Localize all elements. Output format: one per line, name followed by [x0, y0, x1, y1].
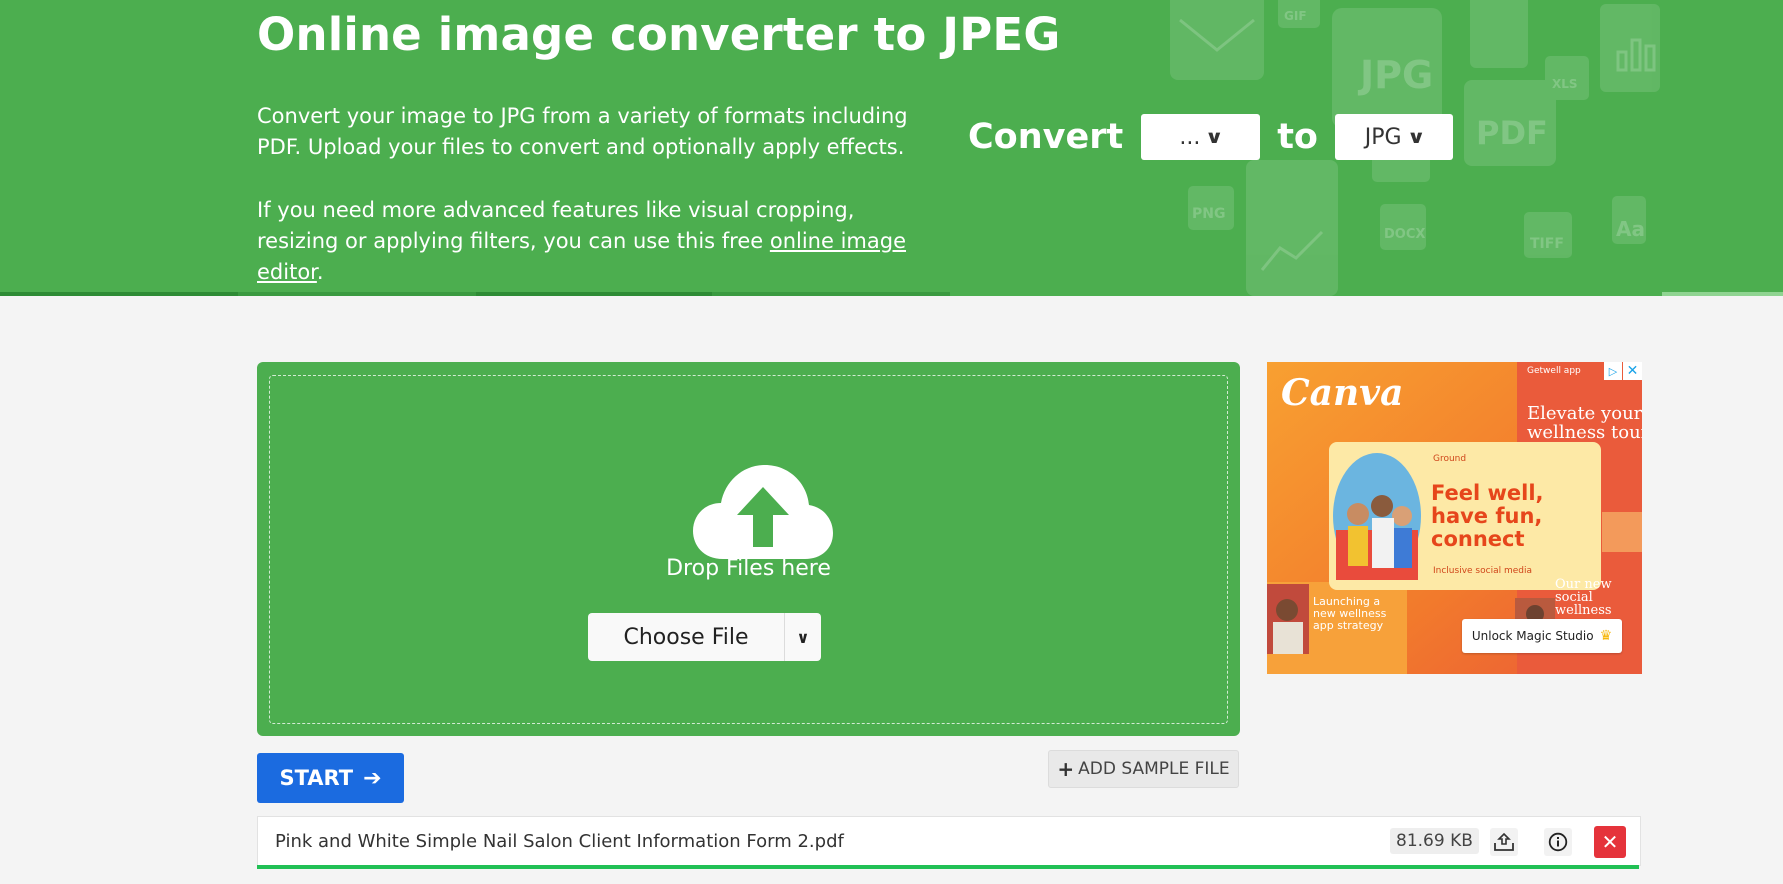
- drop-zone-border: Drop Files here Choose File ∨: [269, 375, 1228, 724]
- uploaded-file-row: Pink and White Simple Nail Salon Client …: [257, 816, 1641, 869]
- file-name: Pink and White Simple Nail Salon Client …: [275, 831, 844, 852]
- svg-text:TIFF: TIFF: [1530, 236, 1564, 252]
- svg-text:GIF: GIF: [1284, 9, 1307, 23]
- source-format-value: ...: [1179, 124, 1201, 150]
- target-format-value: JPG: [1364, 124, 1402, 150]
- ad-elevate-text: Elevate your wellness tour: [1527, 403, 1642, 443]
- hero-description-text: Convert your image to JPG from a variety…: [257, 104, 908, 159]
- add-sample-file-label: ADD SAMPLE FILE: [1078, 759, 1230, 779]
- svg-text:JPG: JPG: [1357, 53, 1433, 97]
- cloud-upload-icon: [693, 465, 833, 559]
- ad-cta-label: Unlock Magic Studio: [1471, 629, 1594, 643]
- chevron-down-icon: ∨: [1205, 126, 1225, 148]
- to-label: to: [1277, 117, 1318, 157]
- file-info-button[interactable]: [1544, 828, 1572, 856]
- advertisement[interactable]: Canva Getwell app Elevate your wellness …: [1267, 362, 1642, 674]
- arrow-right-icon: ➔: [363, 765, 382, 791]
- ad-card: Ground Feel well, have fun, connect Incl…: [1329, 442, 1601, 590]
- ad-headline: Feel well, have fun, connect: [1431, 481, 1544, 551]
- ad-choices-icon[interactable]: ▷: [1604, 362, 1622, 380]
- ad-card-brand: Ground: [1433, 454, 1467, 464]
- crown-icon: ♛: [1599, 628, 1613, 644]
- start-button[interactable]: START ➔: [257, 753, 404, 803]
- hero-editor-note-text: If you need more advanced features like …: [257, 198, 855, 253]
- hero-editor-note-suffix: .: [316, 260, 324, 284]
- target-format-select[interactable]: JPG ∨: [1334, 114, 1453, 160]
- svg-text:Aa: Aa: [1616, 217, 1645, 241]
- format-selector-row: Convert ... ∨ to JPG ∨: [968, 112, 1453, 162]
- ad-brand-logo: Canva: [1281, 372, 1404, 414]
- ad-side-text: Launching a new wellness app strategy: [1313, 595, 1387, 632]
- close-icon: ✕: [1601, 830, 1619, 854]
- hero-description: Convert your image to JPG from a variety…: [257, 101, 937, 163]
- hero-banner: JPG PDF PNG DOCX TIFF XLS GIF Aa Online …: [0, 0, 1783, 296]
- ad-card-subtitle: Inclusive social media: [1433, 566, 1532, 576]
- ad-cta-button[interactable]: Unlock Magic Studio ♛: [1462, 619, 1622, 653]
- file-drop-zone[interactable]: Drop Files here Choose File ∨: [257, 362, 1240, 736]
- drop-files-label: Drop Files here: [666, 556, 831, 581]
- hero-editor-note: If you need more advanced features like …: [257, 195, 937, 288]
- file-options-button[interactable]: [1490, 828, 1518, 856]
- ad-right-text: Our new social wellness: [1555, 577, 1612, 618]
- upload-tray-icon: [1494, 832, 1514, 851]
- plus-icon: +: [1057, 757, 1075, 781]
- remove-file-button[interactable]: ✕: [1594, 826, 1626, 858]
- svg-text:PDF: PDF: [1476, 114, 1548, 152]
- ad-small-photo: [1267, 584, 1309, 654]
- file-size-badge: 81.69 KB: [1390, 828, 1479, 854]
- convert-label: Convert: [968, 117, 1124, 157]
- file-progress-bar: [257, 865, 1639, 869]
- add-sample-file-button[interactable]: + ADD SAMPLE FILE: [1048, 750, 1239, 788]
- svg-text:XLS: XLS: [1552, 77, 1578, 91]
- source-format-select[interactable]: ... ∨: [1141, 114, 1261, 160]
- ad-close-icon[interactable]: ✕: [1623, 362, 1642, 380]
- svg-text:PNG: PNG: [1192, 206, 1225, 222]
- ad-sponsor: Getwell app: [1527, 366, 1581, 376]
- start-button-label: START: [279, 766, 354, 790]
- choose-file-group: Choose File ∨: [588, 613, 821, 661]
- chevron-down-icon: ∨: [796, 627, 810, 647]
- svg-text:DOCX: DOCX: [1384, 227, 1425, 242]
- ad-people-photo: [1333, 453, 1421, 580]
- choose-file-button[interactable]: Choose File: [588, 613, 785, 661]
- choose-file-dropdown-button[interactable]: ∨: [785, 613, 821, 661]
- info-icon: [1548, 832, 1568, 852]
- page-title: Online image converter to JPEG: [257, 8, 1061, 61]
- chevron-down-icon: ∨: [1406, 126, 1426, 148]
